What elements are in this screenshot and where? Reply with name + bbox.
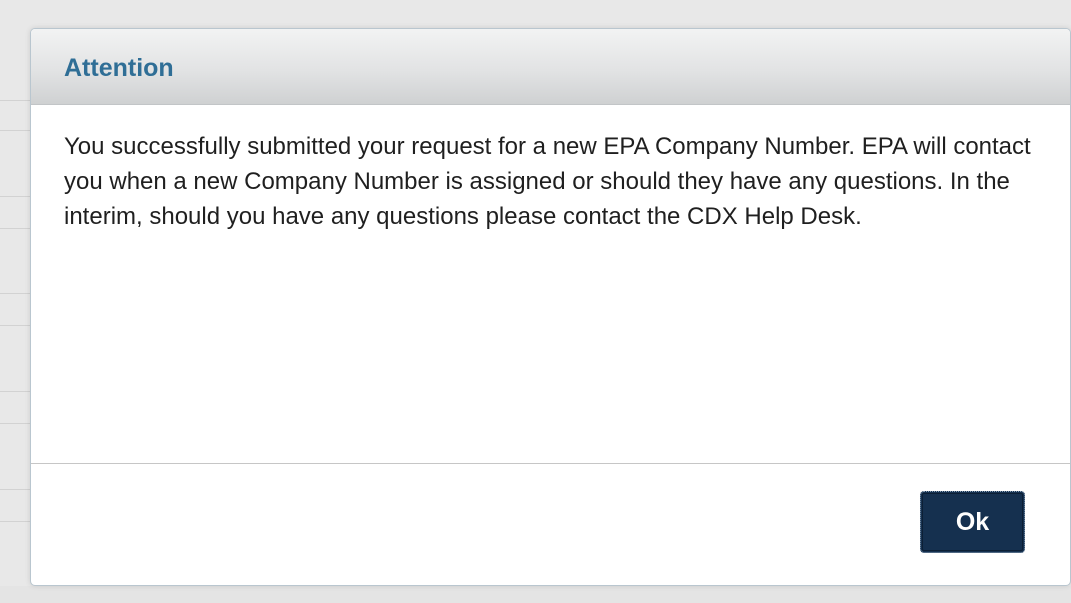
attention-dialog: Attention You successfully submitted you…: [30, 28, 1071, 586]
dialog-footer-divider: [31, 463, 1070, 464]
dialog-message: You successfully submitted your request …: [64, 133, 1031, 230]
backdrop-bottom-strip: [0, 586, 1071, 603]
dialog-title: Attention: [64, 54, 174, 82]
dialog-header: Attention: [31, 29, 1070, 105]
ok-button[interactable]: Ok: [920, 491, 1025, 553]
